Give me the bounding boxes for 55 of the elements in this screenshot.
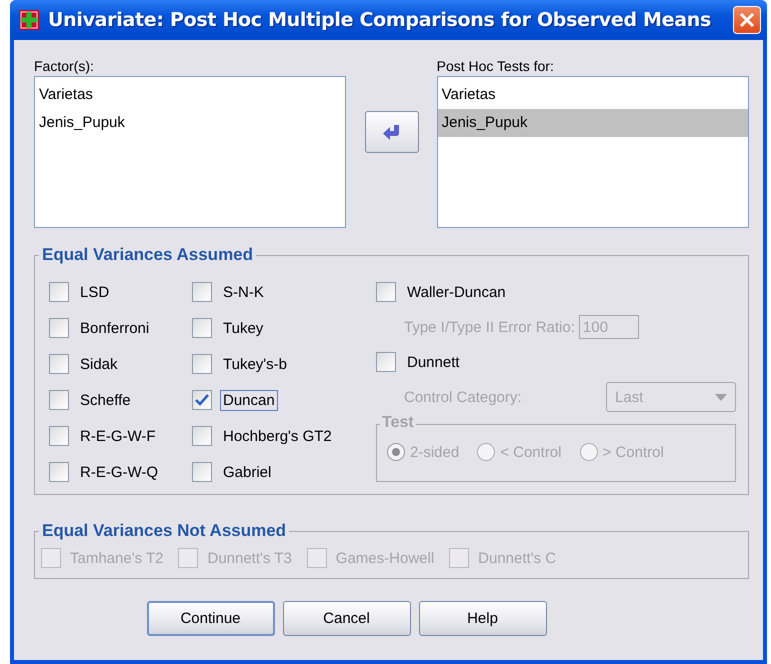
close-button[interactable] — [733, 6, 761, 34]
checkbox-label: Tukey — [222, 318, 264, 338]
post-hoc-tests-label: Post Hoc Tests for: — [436, 57, 555, 76]
checkbox-label: Games-Howell — [334, 548, 436, 568]
checkbox[interactable] — [192, 390, 212, 410]
checkbox[interactable] — [49, 426, 69, 446]
checkbox-label: S-N-K — [222, 282, 265, 302]
radio-label: 2-sided — [410, 444, 460, 460]
list-item[interactable]: Jenis_Pupuk — [438, 109, 748, 137]
dropdown-caret-icon — [715, 394, 727, 400]
dialog-button[interactable]: Help — [418, 601, 546, 636]
checkbox[interactable] — [49, 390, 69, 410]
checkbox-label: Dunnett's C — [477, 548, 558, 568]
checkbox[interactable] — [192, 282, 212, 302]
app-icon — [18, 9, 40, 31]
checkbox-label: Sidak — [79, 354, 119, 374]
checkbox-label: LSD — [79, 282, 110, 302]
checkbox-label: Tamhane's T2 — [69, 548, 164, 568]
window-title: Univariate: Post Hoc Multiple Comparisons for Observed Means — [48, 9, 712, 31]
checkbox-label: Tukey's-b — [222, 354, 288, 374]
dialog-button[interactable]: Cancel — [282, 601, 410, 636]
dialog-button[interactable]: Continue — [146, 601, 274, 636]
error-ratio-label: Type I/Type II Error Ratio: — [404, 318, 575, 336]
checkbox-label: R-E-G-W-F — [79, 426, 157, 446]
checkbox-label: Bonferroni — [79, 318, 150, 338]
control-category-label: Control Category: — [404, 388, 522, 406]
close-icon — [739, 12, 755, 28]
list-item[interactable]: Jenis_Pupuk — [35, 109, 346, 137]
factors-list[interactable]: Varietas Jenis_Pupuk — [34, 76, 346, 228]
checkbox-label: Duncan — [220, 390, 278, 410]
checkbox[interactable] — [376, 282, 396, 302]
post-hoc-tests-list[interactable]: Varietas Jenis_Pupuk — [436, 76, 749, 228]
move-button[interactable] — [364, 111, 418, 153]
checkbox[interactable] — [49, 354, 69, 374]
list-item[interactable]: Varietas — [35, 81, 346, 109]
radio-label: < Control — [500, 444, 562, 460]
checkbox[interactable] — [192, 462, 212, 482]
checkbox-label: Dunnett's T3 — [206, 548, 293, 568]
check-icon — [195, 394, 209, 406]
checkbox-label: Dunnett — [406, 352, 461, 372]
checkbox-label: Waller-Duncan — [406, 282, 507, 302]
checkbox[interactable] — [192, 426, 212, 446]
factors-label: Factor(s): — [34, 57, 95, 76]
checkbox[interactable] — [49, 282, 69, 302]
radio-label: > Control — [602, 444, 664, 460]
checkbox[interactable] — [376, 352, 396, 372]
checkbox-label: Gabriel — [222, 462, 272, 482]
checkbox[interactable] — [192, 354, 212, 374]
checkbox[interactable] — [192, 318, 212, 338]
checkbox-label: R-E-G-W-Q — [79, 462, 160, 482]
checkbox-label: Hochberg's GT2 — [222, 426, 333, 446]
checkbox-label: Scheffe — [79, 390, 132, 410]
checkbox[interactable] — [49, 318, 69, 338]
list-item[interactable]: Varietas — [438, 81, 748, 109]
checkbox[interactable] — [49, 462, 69, 482]
